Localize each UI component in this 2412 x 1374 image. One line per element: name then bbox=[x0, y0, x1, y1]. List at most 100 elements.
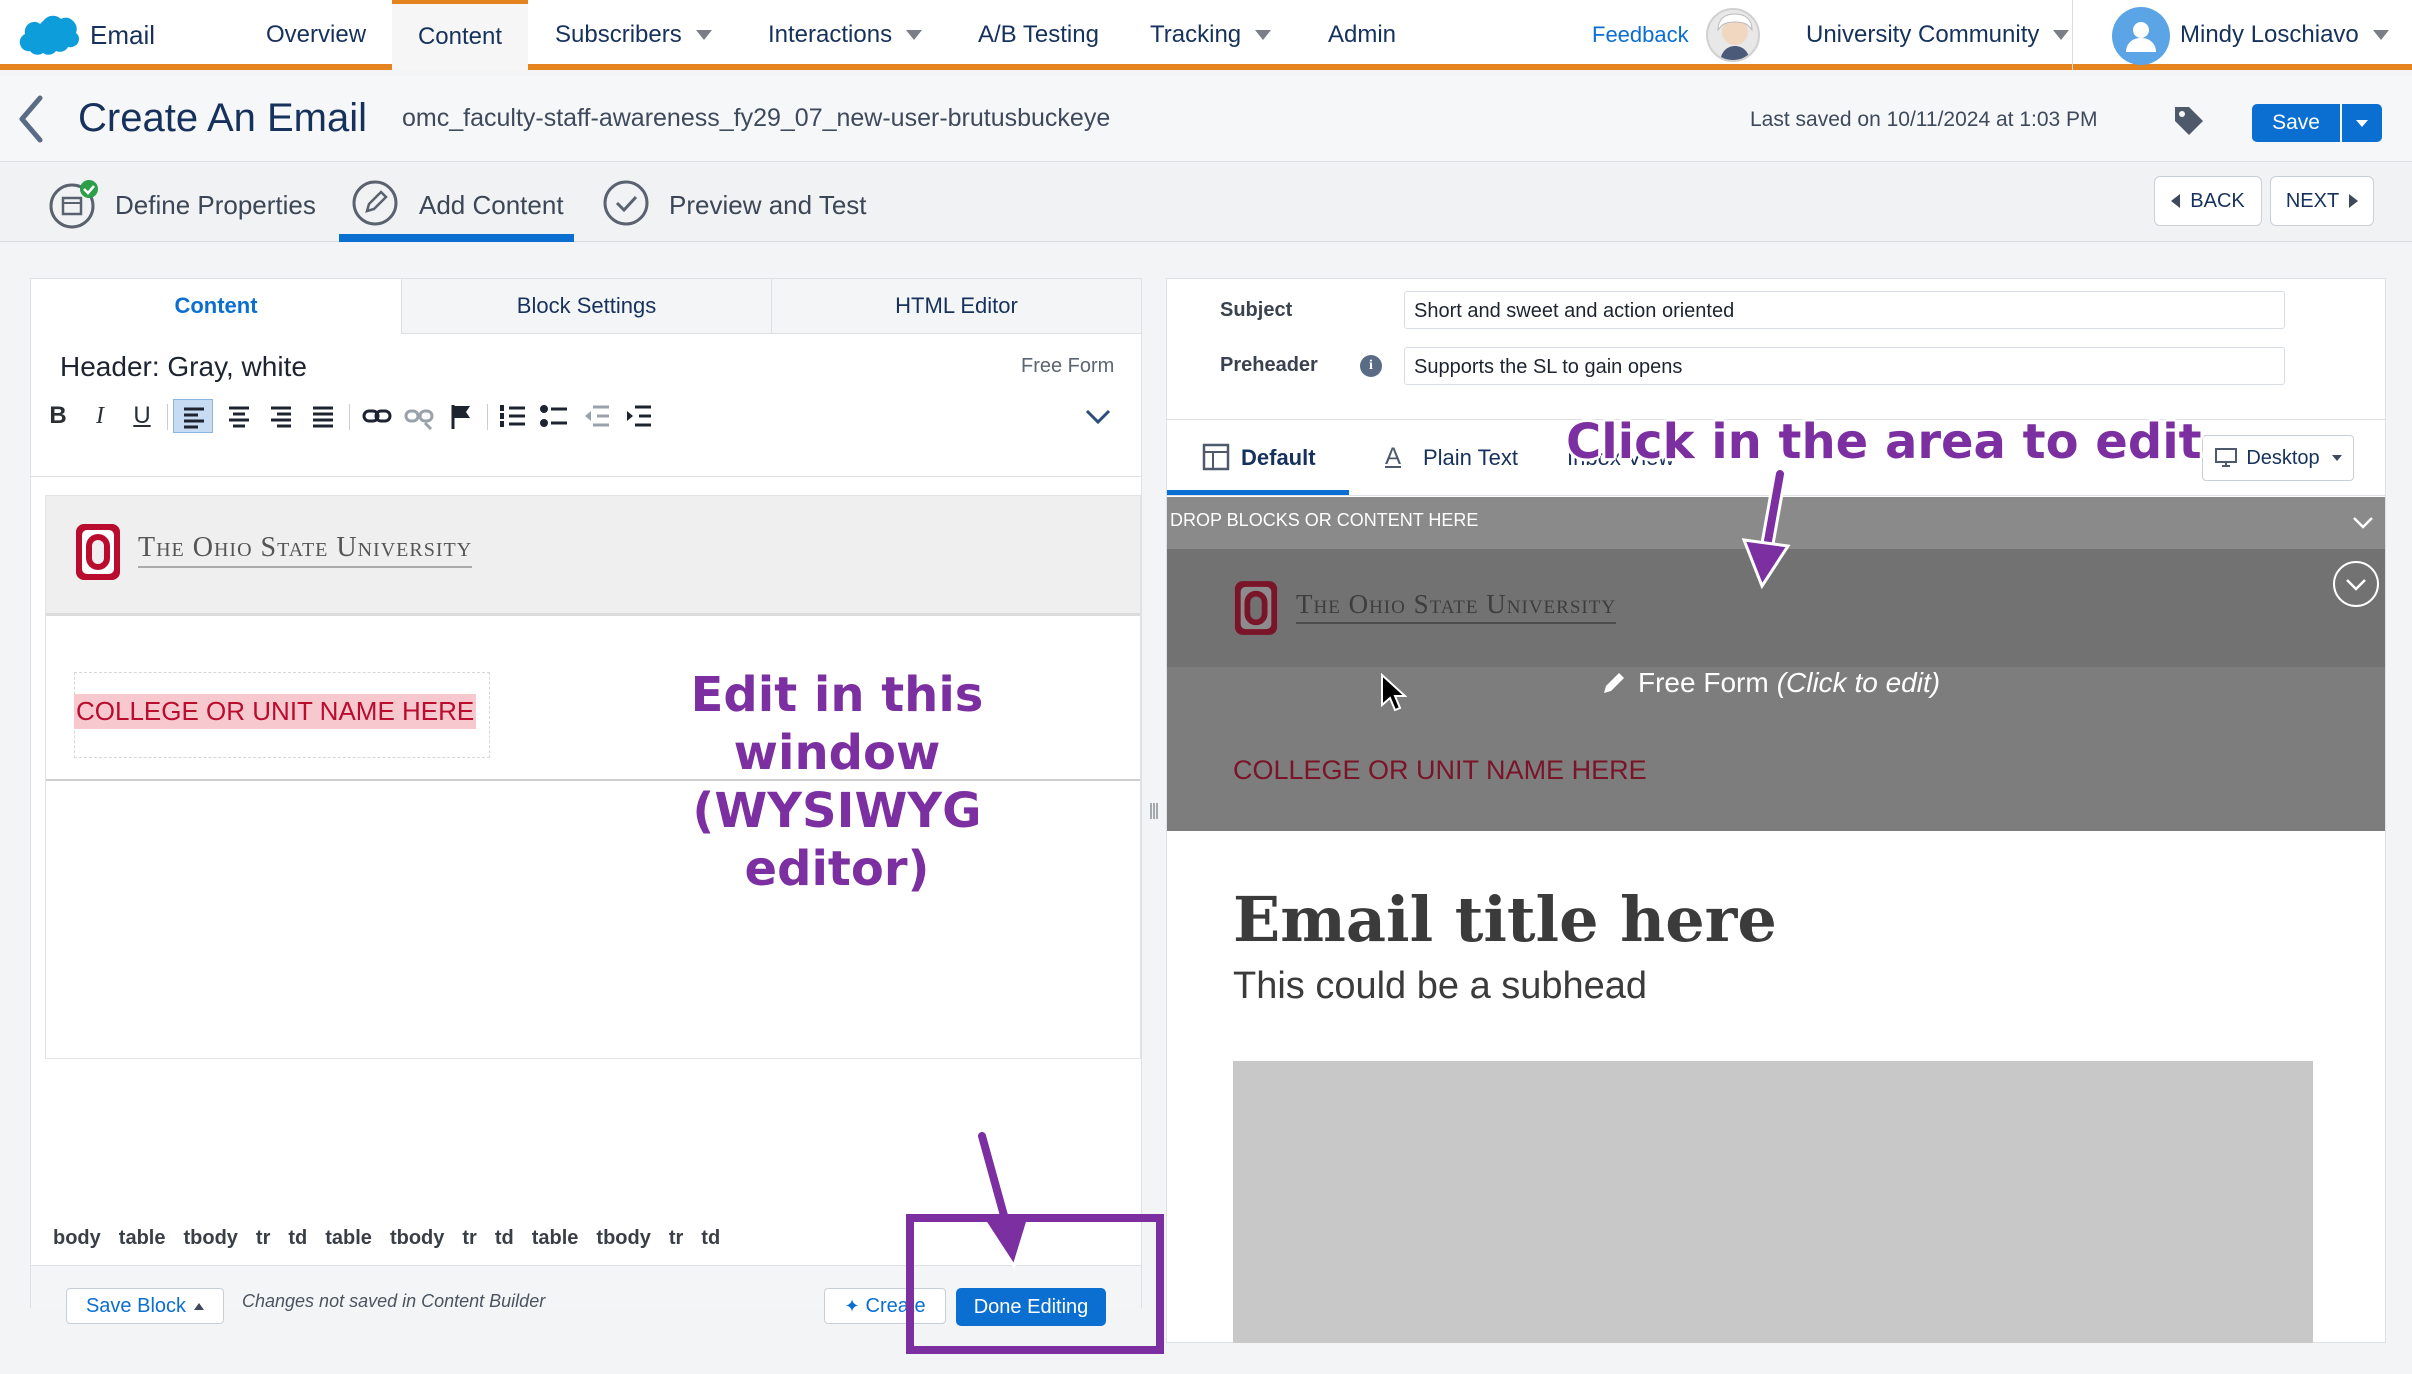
back-label: BACK bbox=[2190, 189, 2245, 212]
einstein-avatar-icon[interactable] bbox=[1706, 8, 1760, 62]
last-saved-text: Last saved on 10/11/2024 at 1:03 PM bbox=[1750, 108, 2098, 131]
save-block-label: Save Block bbox=[85, 1294, 187, 1317]
breadcrumb-item[interactable]: td bbox=[701, 1227, 720, 1250]
email-name: omc_faculty-staff-awareness_fy29_07_new-… bbox=[402, 104, 1111, 132]
business-unit-label: University Community bbox=[1806, 21, 2040, 48]
breadcrumb-item[interactable]: td bbox=[288, 1227, 307, 1250]
user-menu[interactable]: Mindy Loschiavo bbox=[2180, 0, 2389, 70]
breadcrumb-item[interactable]: tbody bbox=[390, 1227, 444, 1250]
save-button[interactable]: Save bbox=[2252, 104, 2340, 142]
preheader-label: Preheader bbox=[1220, 354, 1318, 376]
step-define-properties[interactable]: Define Properties bbox=[115, 190, 316, 221]
nav-subscribers[interactable]: Subscribers bbox=[555, 0, 712, 70]
breadcrumb-item[interactable]: tbody bbox=[183, 1227, 237, 1250]
breadcrumb-item[interactable]: tr bbox=[462, 1227, 476, 1250]
tab-block-settings[interactable]: Block Settings bbox=[401, 279, 771, 334]
subject-label: Subject bbox=[1220, 299, 1293, 321]
subject-input[interactable]: Short and sweet and action oriented bbox=[1404, 291, 2285, 329]
breadcrumb-item[interactable]: tr bbox=[256, 1227, 270, 1250]
device-select[interactable]: Desktop bbox=[2202, 435, 2354, 481]
nav-ab-testing[interactable]: A/B Testing bbox=[978, 0, 1099, 70]
block-type-label: Free Form bbox=[1021, 355, 1115, 377]
save-block-button[interactable]: Save Block bbox=[66, 1288, 224, 1324]
pencil-icon bbox=[1604, 673, 1624, 693]
college-name-text[interactable]: COLLEGE OR UNIT NAME HERE bbox=[74, 694, 477, 729]
nav-divider bbox=[2072, 0, 2073, 70]
collapse-block-icon[interactable] bbox=[2333, 561, 2379, 607]
toolbar-expand-chevron-icon[interactable] bbox=[1083, 403, 1113, 429]
panel-splitter-handle[interactable] bbox=[1144, 278, 1164, 1343]
chevron-down-icon bbox=[906, 30, 923, 40]
breadcrumb-item[interactable]: table bbox=[532, 1227, 579, 1250]
caret-right-icon bbox=[2349, 194, 2359, 208]
step-preview-and-test[interactable]: Preview and Test bbox=[669, 190, 867, 221]
annotation-click-area: Click in the area to edit bbox=[1566, 414, 2202, 470]
breadcrumb-item[interactable]: table bbox=[119, 1227, 166, 1250]
breadcrumb-item[interactable]: table bbox=[325, 1227, 372, 1250]
breadcrumb-item[interactable]: body bbox=[53, 1227, 101, 1250]
back-arrow-icon[interactable] bbox=[16, 92, 46, 146]
bulleted-list-icon[interactable] bbox=[535, 399, 575, 433]
text-format-icon: A bbox=[1385, 443, 1402, 470]
numbered-list-icon[interactable] bbox=[493, 399, 533, 433]
user-name: Mindy Loschiavo bbox=[2180, 21, 2359, 48]
bold-button[interactable]: B bbox=[41, 399, 75, 433]
selected-header-block[interactable]: The Ohio State University Free Form (Cli… bbox=[1167, 549, 2385, 831]
device-label: Desktop bbox=[2246, 446, 2320, 469]
chevron-down-icon[interactable] bbox=[2351, 513, 2375, 531]
indent-icon[interactable] bbox=[619, 399, 659, 433]
feedback-link[interactable]: Feedback bbox=[1592, 0, 1689, 70]
align-left-button[interactable] bbox=[173, 399, 213, 433]
nav-content[interactable]: Content bbox=[392, 0, 528, 70]
next-button[interactable]: NEXT bbox=[2270, 176, 2374, 226]
tag-icon[interactable] bbox=[2172, 104, 2206, 138]
outdent-icon[interactable] bbox=[577, 399, 617, 433]
anchor-flag-icon[interactable] bbox=[441, 399, 481, 433]
italic-button[interactable]: I bbox=[83, 399, 117, 433]
mouse-cursor-icon bbox=[1379, 673, 1407, 713]
nav-interactions[interactable]: Interactions bbox=[768, 0, 923, 70]
free-form-edit-label[interactable]: Free Form (Click to edit) bbox=[1600, 667, 1940, 699]
unlink-icon[interactable] bbox=[399, 399, 439, 433]
annotation-edit-window: Edit in this window (WYSIWYG editor) bbox=[690, 667, 984, 897]
underline-button[interactable]: U bbox=[125, 399, 159, 433]
back-button[interactable]: BACK bbox=[2154, 176, 2262, 226]
tab-content[interactable]: Content bbox=[31, 279, 401, 334]
breadcrumb-item[interactable]: tr bbox=[669, 1227, 683, 1250]
tab-default[interactable]: Default bbox=[1241, 445, 1316, 471]
osu-block-o-logo-icon bbox=[74, 522, 122, 582]
osu-wordmark: The Ohio State University bbox=[138, 532, 473, 568]
email-title: Email title here bbox=[1233, 883, 1777, 956]
step-add-content[interactable]: Add Content bbox=[419, 190, 564, 221]
nav-content-label: Content bbox=[417, 23, 503, 50]
app-name[interactable]: Email bbox=[90, 0, 155, 70]
save-options-button[interactable] bbox=[2342, 104, 2382, 142]
toolbar-divider bbox=[167, 404, 168, 430]
click-to-edit-hint: (Click to edit) bbox=[1776, 667, 1941, 698]
business-unit-switcher[interactable]: University Community bbox=[1806, 0, 2070, 70]
salesforce-cloud-icon[interactable] bbox=[18, 14, 80, 56]
drop-zone-label: DROP BLOCKS OR CONTENT HERE bbox=[1170, 510, 1479, 530]
tab-plain-text[interactable]: Plain Text bbox=[1423, 445, 1518, 471]
nav-admin[interactable]: Admin bbox=[1328, 0, 1396, 70]
breadcrumb-item[interactable]: td bbox=[495, 1227, 514, 1250]
element-path-breadcrumb: body table tbody tr td table tbody tr td table tbo… bbox=[53, 1227, 720, 1250]
page-title: Create An Email bbox=[78, 96, 368, 140]
user-avatar-icon[interactable] bbox=[2112, 7, 2170, 65]
preheader-input[interactable]: Supports the SL to gain opens bbox=[1404, 347, 2285, 385]
caret-up-icon bbox=[194, 1302, 205, 1310]
tab-html-editor[interactable]: HTML Editor bbox=[771, 279, 1141, 334]
breadcrumb-item[interactable]: tbody bbox=[596, 1227, 650, 1250]
justify-button[interactable] bbox=[303, 399, 343, 433]
step-bar: Define Properties Add Content Preview an… bbox=[0, 162, 2412, 242]
nav-tracking[interactable]: Tracking bbox=[1150, 0, 1272, 70]
nav-overview[interactable]: Overview bbox=[266, 0, 366, 70]
nav-interactions-label: Interactions bbox=[768, 21, 893, 48]
unsaved-status-text: Changes not saved in Content Builder bbox=[242, 1291, 546, 1311]
align-right-button[interactable] bbox=[261, 399, 301, 433]
image-placeholder[interactable] bbox=[1233, 1061, 2313, 1343]
info-icon[interactable]: i bbox=[1360, 355, 1382, 377]
chevron-down-icon bbox=[2372, 30, 2389, 40]
align-center-button[interactable] bbox=[219, 399, 259, 433]
link-icon[interactable] bbox=[357, 399, 397, 433]
